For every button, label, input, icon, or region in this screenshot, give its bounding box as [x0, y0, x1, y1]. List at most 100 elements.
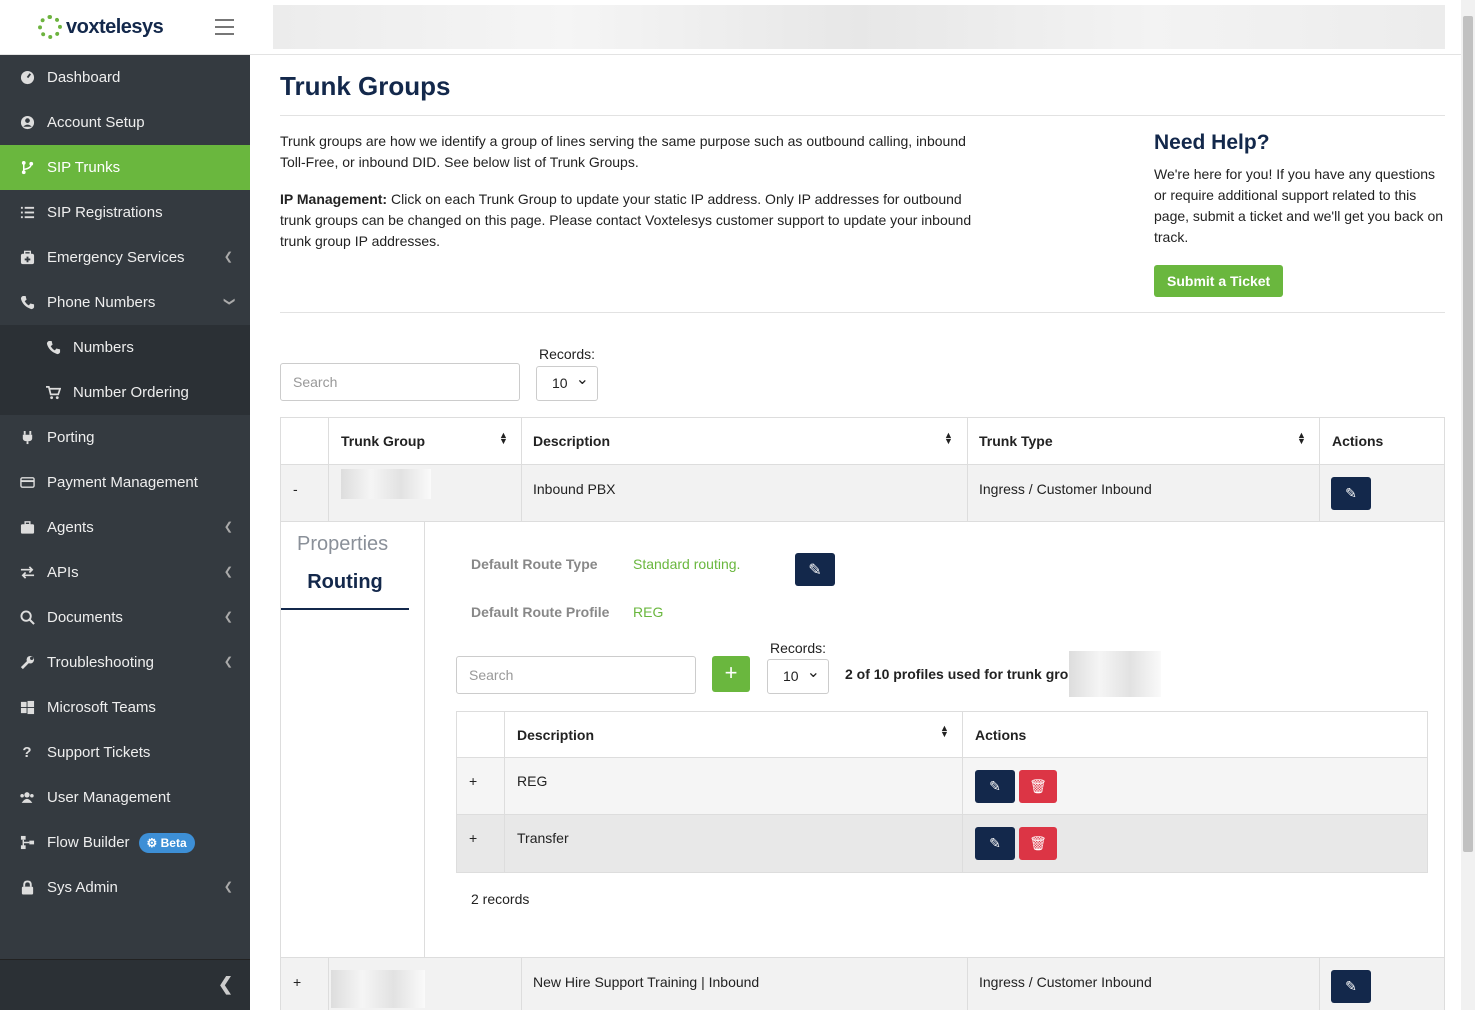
default-route-type-label: Default Route Type — [471, 556, 598, 572]
hamburger-menu-icon[interactable] — [215, 19, 234, 40]
row-toggle[interactable]: + — [469, 830, 477, 846]
trunk-groups-table: Trunk Group ▲ ▼ Description ▲ ▼ Trunk Type… — [280, 417, 1445, 1010]
sidebar-item-label: Emergency Services — [47, 249, 185, 266]
scrollbar-thumb[interactable] — [1463, 16, 1473, 852]
header-label: Trunk Group — [341, 433, 425, 449]
sidebar-item-dashboard[interactable]: Dashboard — [0, 55, 250, 100]
edit-button[interactable]: ✎ — [1331, 477, 1371, 510]
collapse-sidebar-icon[interactable]: ❮ — [218, 974, 233, 995]
sidebar-item-agents[interactable]: Agents ❮ — [0, 505, 250, 550]
sidebar-item-sip-trunks[interactable]: SIP Trunks — [0, 145, 250, 190]
main-content: Trunk Groups Trunk groups are how we ide… — [280, 55, 1445, 401]
edit-route-type-button[interactable]: ✎ — [795, 553, 835, 586]
sidebar-item-label: Microsoft Teams — [47, 699, 156, 716]
profile-records-select[interactable]: 10 — [767, 656, 829, 694]
table-row[interactable]: + New Hire Support Training | Inbound In… — [281, 958, 1444, 1010]
logo-text: voxtelesys — [66, 15, 164, 38]
edit-button[interactable]: ✎ — [975, 770, 1015, 803]
plus-icon: + — [724, 660, 738, 685]
sidebar-item-sys-admin[interactable]: Sys Admin ❮ — [0, 865, 250, 910]
header-description[interactable]: Description — [517, 727, 594, 743]
windows-icon — [19, 700, 35, 716]
sort-icon[interactable]: ▲ ▼ — [1297, 431, 1306, 446]
sidebar-item-numbers[interactable]: Numbers — [0, 325, 250, 370]
sidebar: voxtelesys Dashboard Account Setup SIP T… — [0, 0, 250, 1010]
default-route-type-value: Standard routing. — [633, 556, 741, 572]
row-toggle[interactable]: + — [469, 773, 477, 789]
lock-icon — [19, 880, 35, 896]
row-toggle[interactable]: + — [293, 974, 301, 990]
sidebar-item-number-ordering[interactable]: Number Ordering — [0, 370, 250, 415]
default-route-profile-label: Default Route Profile — [471, 604, 610, 620]
sidebar-item-label: Sys Admin — [47, 879, 118, 896]
add-profile-button[interactable]: + — [712, 656, 750, 692]
sidebar-item-label: Account Setup — [47, 114, 145, 131]
records-label: Records: — [770, 640, 827, 656]
cart-icon — [45, 385, 61, 401]
sidebar-item-documents[interactable]: Documents ❮ — [0, 595, 250, 640]
sidebar-footer: ❮ — [0, 959, 250, 1010]
header-description[interactable]: Description — [533, 433, 610, 449]
tab-routing[interactable]: Routing — [281, 571, 409, 610]
sidebar-item-label: Troubleshooting — [47, 654, 155, 671]
pencil-icon: ✎ — [808, 561, 822, 579]
delete-button[interactable]: 🗑 — [1019, 770, 1057, 803]
exchange-icon — [19, 565, 35, 581]
default-route-profile-value: REG — [633, 604, 664, 620]
row-description: REG — [517, 773, 548, 789]
help-text: We're here for you! If you have any ques… — [1154, 166, 1444, 245]
dashboard-icon — [19, 70, 35, 86]
brand-logo[interactable]: voxtelesys — [0, 0, 250, 55]
table-row[interactable]: + REG ✎ 🗑 — [457, 758, 1427, 815]
row-trunk-type: Ingress / Customer Inbound — [979, 481, 1152, 497]
sidebar-item-troubleshooting[interactable]: Troubleshooting ❮ — [0, 640, 250, 685]
sidebar-item-apis[interactable]: APIs ❮ — [0, 550, 250, 595]
sidebar-item-label: Flow Builder — [47, 834, 130, 851]
redacted-trunk-group — [341, 469, 431, 499]
sidebar-item-sip-registrations[interactable]: SIP Registrations — [0, 190, 250, 235]
pencil-icon: ✎ — [989, 778, 1001, 794]
pencil-icon: ✎ — [1345, 978, 1357, 994]
delete-button[interactable]: 🗑 — [1019, 827, 1057, 860]
table-row[interactable]: - Inbound PBX Ingress / Customer Inbound… — [281, 465, 1444, 522]
detail-tabs: Properties Routing — [281, 522, 425, 958]
edit-button[interactable]: ✎ — [975, 827, 1015, 860]
title-divider — [280, 115, 1445, 116]
header-trunk-group[interactable]: Trunk Group — [341, 433, 425, 449]
sidebar-item-porting[interactable]: Porting — [0, 415, 250, 460]
briefcase-icon — [19, 520, 35, 536]
sidebar-item-label: Phone Numbers — [47, 294, 156, 311]
page-scrollbar[interactable] — [1461, 0, 1475, 1010]
help-panel: Need Help? We're here for you! If you ha… — [1154, 131, 1445, 297]
sidebar-item-phone-numbers[interactable]: Phone Numbers ❮ — [0, 280, 250, 325]
row-toggle[interactable]: - — [293, 481, 298, 497]
profiles-table: Description ▲ ▼ Actions + REG ✎ 🗑 + Trans… — [456, 711, 1428, 873]
sidebar-item-emergency-services[interactable]: Emergency Services ❮ — [0, 235, 250, 280]
header-label: Trunk Type — [979, 433, 1053, 449]
sidebar-item-label: Payment Management — [47, 474, 198, 491]
sidebar-item-user-management[interactable]: User Management — [0, 775, 250, 820]
pencil-icon: ✎ — [989, 835, 1001, 851]
chevron-left-icon: ❮ — [223, 566, 233, 578]
edit-button[interactable]: ✎ — [1331, 970, 1371, 1003]
table-row[interactable]: + Transfer ✎ 🗑 — [457, 815, 1427, 872]
sort-icon[interactable]: ▲ ▼ — [940, 724, 949, 739]
header-trunk-type[interactable]: Trunk Type — [979, 433, 1053, 449]
logo-icon — [38, 15, 62, 39]
row-description: New Hire Support Training | Inbound — [533, 974, 760, 990]
sidebar-item-support-tickets[interactable]: ? Support Tickets — [0, 730, 250, 775]
sort-icon[interactable]: ▲ ▼ — [944, 431, 953, 446]
sidebar-item-payment-management[interactable]: Payment Management — [0, 460, 250, 505]
tab-properties[interactable]: Properties — [297, 533, 388, 556]
submit-ticket-button[interactable]: Submit a Ticket — [1154, 265, 1284, 297]
records-select[interactable]: 10 — [536, 363, 598, 401]
sidebar-item-flow-builder[interactable]: Flow Builder ⚙ Beta — [0, 820, 250, 865]
profile-search-input[interactable]: Search — [456, 656, 696, 694]
trunk-search-input[interactable]: Search — [280, 363, 520, 401]
trunk-detail-panel: Properties Routing Default Route Type St… — [281, 522, 1444, 958]
header-label: Actions — [1332, 433, 1384, 449]
profiles-used-text: 2 of 10 profiles used for trunk group — [845, 666, 1086, 682]
sidebar-item-microsoft-teams[interactable]: Microsoft Teams — [0, 685, 250, 730]
sidebar-item-account-setup[interactable]: Account Setup — [0, 100, 250, 145]
chevron-left-icon: ❮ — [223, 881, 233, 893]
